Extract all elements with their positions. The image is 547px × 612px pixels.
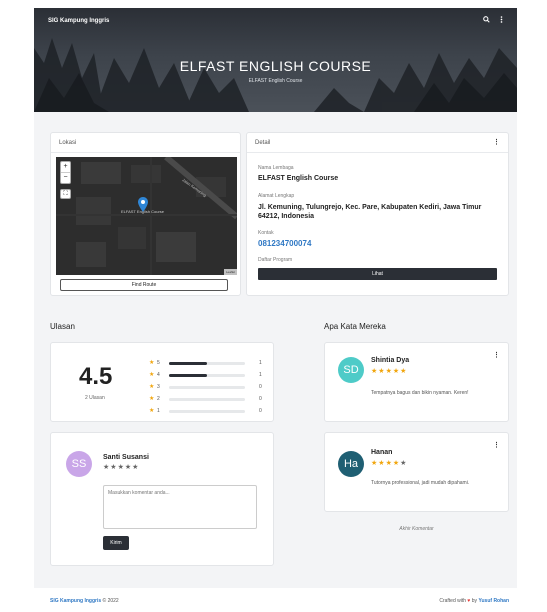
submit-comment-button[interactable]: Kirim: [103, 536, 129, 550]
location-card-title: Lokasi: [51, 133, 240, 153]
contact-phone-link[interactable]: 081234700074: [258, 239, 311, 248]
rating-level: 4: [157, 372, 160, 378]
footer: SIG Kampung Inggris © 2022 Crafted with …: [34, 588, 517, 612]
rating-input[interactable]: ★★★★★: [103, 463, 139, 471]
review-count: 2 Ulasan: [85, 395, 105, 401]
detail-menu-icon[interactable]: ⋮: [493, 138, 500, 146]
map-attribution[interactable]: Leaflet: [223, 269, 237, 275]
testimonial-text: Tutornya professional, jadi mudah dipaha…: [371, 480, 470, 486]
star-icon: ★: [400, 368, 408, 375]
comment-form-card: SS Santi Susansi ★★★★★ Kirim: [50, 432, 274, 566]
testimonial-avatar: SD: [338, 357, 364, 383]
detail-card: Detail ⋮ Nama Lembaga ELFAST English Cou…: [246, 132, 509, 296]
footer-crafted-text: Crafted with: [439, 598, 467, 604]
hero-title: ELFAST ENGLISH COURSE: [179, 58, 372, 74]
rating-bar-row: ★ 1 0: [149, 407, 271, 415]
rating-bar-track: [169, 362, 245, 365]
testimonial-avatar: Ha: [338, 451, 364, 477]
address-value: Jl. Kemuning, Tulungrejo, Kec. Pare, Kab…: [258, 204, 482, 220]
zoom-in-button[interactable]: +: [61, 162, 70, 173]
testimonial-rating: ★★★★★: [371, 459, 407, 467]
hero-subtitle: ELFAST English Course: [248, 78, 303, 84]
rating-bar-row: ★ 2 0: [149, 395, 271, 403]
rating-bar-track: [169, 386, 245, 389]
rating-level: 5: [157, 360, 160, 366]
zoom-out-button[interactable]: −: [61, 173, 70, 183]
map-view[interactable]: Jalan Kemuning ELFAST English Course + −…: [56, 157, 237, 275]
star-icon: ★: [149, 396, 155, 402]
user-avatar: SS: [66, 451, 92, 477]
rating-star-icon[interactable]: ★: [118, 464, 125, 471]
rating-bar-row: ★ 3 0: [149, 383, 271, 391]
heart-icon: ♥: [467, 598, 471, 604]
institution-name: ELFAST English Course: [258, 175, 339, 182]
star-icon: ★: [385, 368, 393, 375]
star-icon: ★: [149, 372, 155, 378]
contact-label: Kontak: [258, 230, 274, 236]
testimonial-rating: ★★★★★: [371, 367, 407, 375]
rating-bar-track: [169, 374, 245, 377]
star-icon: ★: [149, 408, 155, 414]
view-programs-button[interactable]: Lihat: [258, 268, 497, 280]
rating-summary-card: 4.5 2 Ulasan ★ 5 1 ★ 4 1 ★ 3 0 ★ 2 0 ★ 1 0: [50, 342, 274, 422]
rating-star-icon[interactable]: ★: [110, 464, 117, 471]
testimonial-text: Tempatnya bagus dan bikin nyaman. Keren!: [371, 390, 469, 396]
rating-bar-fill: [169, 374, 207, 377]
rating-count: 1: [259, 372, 262, 378]
rating-count: 0: [259, 396, 262, 402]
average-rating: 4.5: [79, 363, 113, 390]
find-route-button[interactable]: Find Route: [60, 279, 228, 291]
rating-bar-track: [169, 410, 245, 413]
rating-level: 3: [157, 384, 160, 390]
star-icon: ★: [378, 460, 386, 467]
user-name: Santi Susansi: [103, 454, 149, 461]
programs-label: Daftar Program: [258, 257, 293, 263]
star-icon: ★: [385, 460, 393, 467]
footer-brand-link[interactable]: SIG Kampung Inggris: [50, 598, 101, 604]
map-marker-icon[interactable]: [138, 197, 148, 217]
navbar-brand[interactable]: SIG Kampung Inggris: [48, 18, 109, 24]
rating-count: 0: [259, 384, 262, 390]
testimonial-menu-icon[interactable]: ⋮: [493, 351, 500, 359]
testimonial-menu-icon[interactable]: ⋮: [493, 441, 500, 449]
footer-by-text: by: [471, 598, 478, 604]
address-label: Alamat Lengkap: [258, 193, 295, 199]
rating-count: 0: [259, 408, 262, 414]
rating-level: 2: [157, 396, 160, 402]
rating-star-icon[interactable]: ★: [132, 464, 139, 471]
rating-bar-row: ★ 5 1: [149, 359, 271, 367]
comment-textarea[interactable]: [103, 485, 257, 529]
rating-bar-fill: [169, 362, 207, 365]
name-label: Nama Lembaga: [258, 165, 294, 171]
testimonial-author: Hanan: [371, 449, 393, 456]
hero-banner: SIG Kampung Inggris ELFAST ENGLISH COURS…: [34, 8, 517, 112]
fullscreen-icon[interactable]: ⛶: [60, 189, 71, 199]
rating-bar-track: [169, 398, 245, 401]
search-icon[interactable]: [483, 16, 490, 25]
detail-card-title: Detail: [255, 140, 271, 146]
testimonial-author: Shintia Dya: [371, 357, 410, 364]
star-icon: ★: [149, 360, 155, 366]
end-of-comments: Akhir Komentar: [399, 526, 434, 532]
testimonial-card: ⋮ Ha Hanan ★★★★★ Tutornya professional, …: [324, 432, 509, 512]
star-icon: ★: [149, 384, 155, 390]
location-card: Lokasi Jalan Kemuning ELFAST English Cou…: [50, 132, 241, 296]
rating-level: 1: [157, 408, 160, 414]
rating-count: 1: [259, 360, 262, 366]
footer-author-link[interactable]: Yusuf Rohan: [478, 598, 509, 604]
testimonials-title: Apa Kata Mereka: [324, 322, 386, 331]
footer-year: © 2022: [102, 598, 119, 604]
page: SIG Kampung Inggris ELFAST ENGLISH COURS…: [34, 8, 517, 612]
kebab-menu-icon[interactable]: [500, 16, 503, 25]
star-icon: ★: [378, 368, 386, 375]
rating-bar-row: ★ 4 1: [149, 371, 271, 379]
star-icon: ★: [400, 460, 408, 467]
reviews-title: Ulasan: [50, 322, 75, 331]
map-zoom-control: + −: [60, 161, 71, 184]
testimonial-card: ⋮ SD Shintia Dya ★★★★★ Tempatnya bagus d…: [324, 342, 509, 422]
